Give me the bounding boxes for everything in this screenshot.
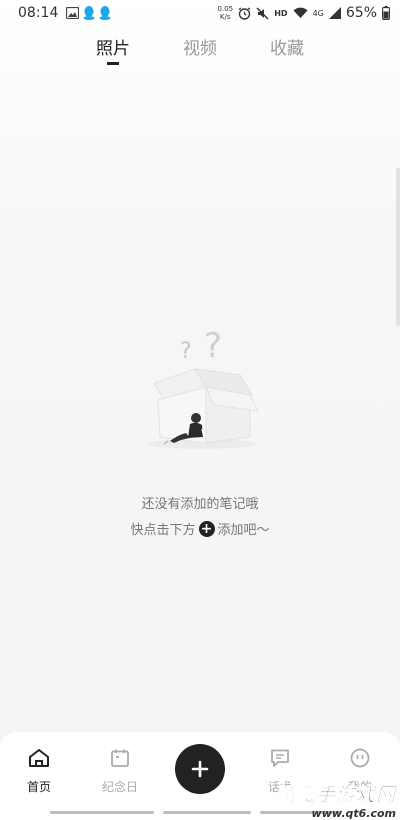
hd-label: HD bbox=[274, 8, 288, 18]
tab-videos-label: 视频 bbox=[183, 39, 217, 59]
status-notification-icons bbox=[66, 6, 111, 20]
wifi-icon bbox=[293, 7, 308, 19]
battery-icon bbox=[382, 6, 390, 20]
net-speed-value: 0.05 bbox=[217, 5, 234, 13]
add-note-button[interactable] bbox=[175, 744, 225, 794]
nav-item-home[interactable]: 首页 bbox=[9, 748, 69, 795]
plus-icon bbox=[191, 760, 209, 778]
nav-home-label: 首页 bbox=[26, 780, 51, 794]
watermark-title: 蜻蜓手游戏网 bbox=[275, 784, 396, 807]
message-icon bbox=[271, 749, 289, 767]
tab-favorites-label: 收藏 bbox=[270, 39, 304, 59]
empty-hint-before: 快点击下方 bbox=[130, 523, 196, 538]
site-watermark: 蜻蜓手游戏网 www.qt6.com bbox=[256, 780, 396, 820]
calendar-icon bbox=[111, 749, 129, 767]
qq-icon bbox=[99, 6, 111, 20]
tab-photos-label: 照片 bbox=[96, 39, 130, 59]
tab-favorites[interactable]: 收藏 bbox=[244, 34, 331, 68]
profile-icon bbox=[350, 748, 370, 768]
gesture-bar-center bbox=[163, 811, 251, 814]
image-icon bbox=[66, 7, 80, 19]
watermark-url: www.qt6.com bbox=[311, 807, 396, 820]
status-system-icons: 0.05 K/s HD 4G 65% bbox=[217, 5, 390, 21]
nav-item-anniversary[interactable]: 纪念日 bbox=[90, 748, 150, 795]
net-speed: 0.05 K/s bbox=[217, 5, 233, 21]
svg-text:?: ? bbox=[204, 326, 222, 366]
qq-icon bbox=[83, 6, 95, 20]
empty-state-hint: 快点击下方 + 添加吧～ bbox=[0, 519, 400, 538]
home-icon bbox=[29, 749, 49, 767]
tab-videos[interactable]: 视频 bbox=[157, 34, 244, 68]
status-bar: 08:14 0.05 K/s HD 4G 65% bbox=[0, 0, 400, 26]
battery-percent: 65% bbox=[345, 5, 377, 21]
top-tabs: 照片 视频 收藏 bbox=[0, 34, 400, 68]
svg-text:?: ? bbox=[180, 339, 192, 364]
alarm-icon bbox=[238, 6, 251, 20]
plus-circle-icon: + bbox=[198, 520, 215, 537]
nav-anniversary-label: 纪念日 bbox=[101, 780, 138, 794]
status-time: 08:14 bbox=[18, 5, 59, 21]
signal-icon bbox=[328, 7, 341, 19]
empty-state-message: 还没有添加的笔记哦 bbox=[141, 497, 259, 512]
tab-photos[interactable]: 照片 bbox=[70, 34, 157, 68]
tab-active-indicator bbox=[107, 62, 119, 65]
net-speed-unit: K/s bbox=[219, 13, 231, 21]
empty-hint-after: 添加吧～ bbox=[217, 523, 270, 538]
network-type: 4G bbox=[312, 8, 324, 18]
gesture-bar-left bbox=[50, 811, 154, 814]
edge-panel-handle[interactable] bbox=[396, 168, 400, 326]
empty-box-illustration: ? ? bbox=[148, 326, 259, 449]
mute-icon bbox=[256, 7, 269, 19]
